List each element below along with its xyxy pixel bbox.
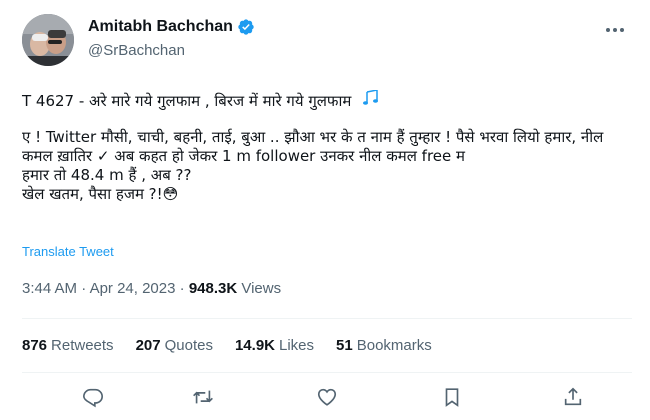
bookmarks-count: 51 bbox=[336, 337, 353, 354]
share-icon[interactable] bbox=[562, 386, 586, 410]
retweet-icon[interactable] bbox=[192, 386, 216, 410]
tweet-meta: 3:44 AM · Apr 24, 2023 · 948.3K Views bbox=[22, 280, 281, 297]
likes-label: Likes bbox=[279, 337, 315, 354]
author-handle[interactable]: @SrBachchan bbox=[88, 42, 185, 59]
divider bbox=[22, 318, 632, 319]
tweet-card: Amitabh Bachchan @SrBachchan T 4627 - अर… bbox=[0, 0, 650, 420]
tweet-text-body: ए ! Twitter मौसी, चाची, बहनी, ताई, बुआ .… bbox=[22, 128, 604, 203]
retweets-count: 876 bbox=[22, 337, 48, 354]
verified-badge-icon bbox=[237, 18, 255, 36]
bookmarks-stat[interactable]: 51 Bookmarks bbox=[336, 337, 432, 354]
more-options-icon[interactable] bbox=[600, 18, 630, 42]
author-name[interactable]: Amitabh Bachchan bbox=[88, 18, 233, 36]
author-name-row[interactable]: Amitabh Bachchan bbox=[88, 18, 255, 36]
quotes-label: Quotes bbox=[164, 337, 213, 354]
tweet-title-text: T 4627 - अरे मारे गये गुलफाम , बिरज में … bbox=[22, 92, 352, 110]
retweets-stat[interactable]: 876 Retweets bbox=[22, 337, 114, 354]
bookmarks-label: Bookmarks bbox=[356, 337, 432, 354]
divider bbox=[22, 372, 632, 373]
likes-count: 14.9K bbox=[234, 337, 275, 354]
quotes-count: 207 bbox=[135, 337, 161, 354]
views-count: 948.3K bbox=[188, 280, 238, 297]
meta-separator: · bbox=[77, 280, 90, 297]
meta-separator: · bbox=[175, 280, 189, 297]
reply-icon[interactable] bbox=[82, 386, 106, 410]
translate-tweet-link[interactable]: Translate Tweet bbox=[22, 244, 114, 259]
quotes-stat[interactable]: 207 Quotes bbox=[136, 337, 213, 354]
bookmark-icon[interactable] bbox=[441, 386, 465, 410]
views-label: Views bbox=[237, 280, 282, 297]
tweet-text-line1: T 4627 - अरे मारे गये गुलफाम , बिरज में … bbox=[22, 89, 632, 111]
tweet-date[interactable]: Apr 24, 2023 bbox=[90, 280, 176, 297]
tweet-actions bbox=[0, 378, 650, 418]
heart-icon[interactable] bbox=[316, 386, 340, 410]
avatar-image bbox=[22, 14, 74, 66]
music-notes-icon bbox=[362, 89, 380, 111]
tweet-time[interactable]: 3:44 AM bbox=[22, 280, 77, 297]
avatar[interactable] bbox=[22, 14, 74, 66]
retweets-label: Retweets bbox=[51, 337, 114, 354]
likes-stat[interactable]: 14.9K Likes bbox=[235, 337, 314, 354]
tweet-stats: 876 Retweets 207 Quotes 14.9K Likes 51 Bookm… bbox=[22, 337, 432, 354]
